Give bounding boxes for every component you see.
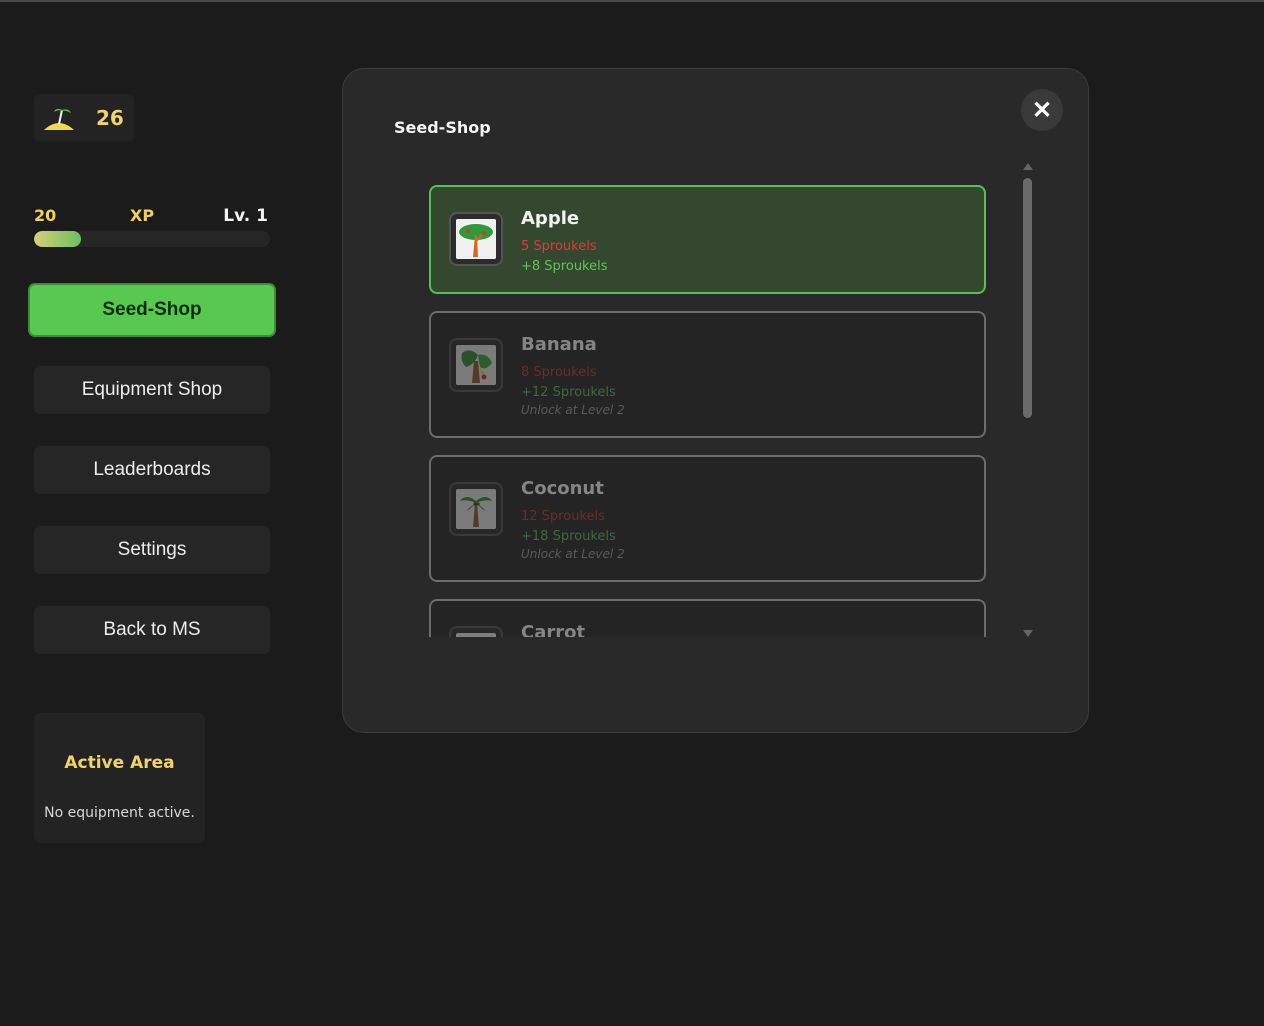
active-area-title: Active Area: [64, 753, 175, 773]
carrot-icon: [449, 626, 503, 637]
currency-display: 26: [34, 94, 134, 142]
seed-card-apple[interactable]: Apple 5 Sproukels +8 Sproukels: [429, 185, 986, 294]
seed-card-carrot[interactable]: Carrot: [429, 599, 986, 637]
leaderboards-button[interactable]: Leaderboards: [34, 446, 270, 494]
xp-row: 20 XP Lv. 1: [34, 206, 270, 228]
seed-card-coconut[interactable]: Coconut 12 Sproukels +18 Sproukels Unloc…: [429, 455, 986, 582]
seed-shop-modal: Seed-Shop ✕ Apple 5 Sproukels +8 Sprouke…: [342, 68, 1089, 733]
island-palm-icon: [44, 108, 74, 130]
unlock-requirement: Unlock at Level 2: [521, 547, 625, 561]
seed-reward: +12 Sproukels: [521, 385, 616, 400]
settings-button[interactable]: Settings: [34, 526, 270, 574]
seed-reward: +18 Sproukels: [521, 529, 616, 544]
seed-cost: 5 Sproukels: [521, 239, 597, 254]
seed-name: Carrot: [521, 622, 586, 637]
seed-name: Banana: [521, 334, 597, 355]
seed-cost: 12 Sproukels: [521, 509, 605, 524]
seed-name: Coconut: [521, 478, 604, 499]
back-to-ms-button[interactable]: Back to MS: [34, 606, 270, 654]
scroll-thumb[interactable]: [1023, 178, 1032, 418]
banana-tree-icon: [449, 338, 503, 392]
xp-current: 20: [34, 206, 57, 225]
unlock-requirement: Unlock at Level 2: [521, 403, 625, 417]
seed-cost: 8 Sproukels: [521, 365, 597, 380]
seed-reward: +8 Sproukels: [521, 259, 608, 274]
seed-list-scrollbar[interactable]: [1021, 163, 1035, 637]
xp-progress-bar: [34, 231, 270, 247]
coconut-palm-icon: [449, 482, 503, 536]
apple-tree-icon: [449, 212, 503, 266]
seed-card-banana[interactable]: Banana 8 Sproukels +12 Sproukels Unlock …: [429, 311, 986, 438]
active-area-panel: Active Area No equipment active.: [34, 713, 205, 843]
modal-title: Seed-Shop: [394, 118, 491, 137]
close-icon[interactable]: ✕: [1021, 89, 1063, 131]
seed-list[interactable]: Apple 5 Sproukels +8 Sproukels Banana 8 …: [429, 183, 989, 637]
scroll-down-icon[interactable]: [1023, 630, 1033, 637]
currency-amount: 26: [96, 106, 124, 130]
player-level: Lv. 1: [223, 206, 268, 226]
scroll-up-icon[interactable]: [1023, 163, 1033, 170]
xp-progress-fill: [34, 231, 82, 247]
xp-label: XP: [130, 206, 155, 225]
active-area-message: No equipment active.: [44, 805, 195, 821]
seed-name: Apple: [521, 208, 580, 229]
equipment-shop-button[interactable]: Equipment Shop: [34, 366, 270, 414]
seed-shop-button[interactable]: Seed-Shop: [28, 283, 276, 337]
